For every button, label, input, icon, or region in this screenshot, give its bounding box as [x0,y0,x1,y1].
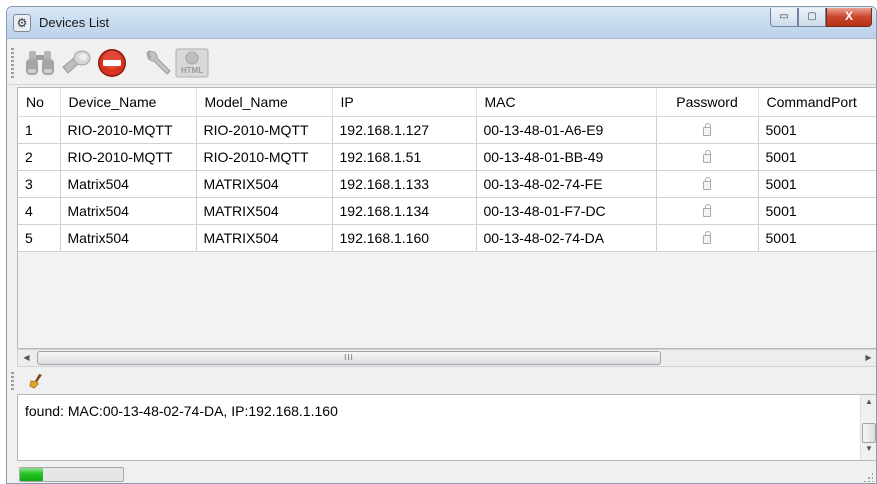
broom-icon [29,374,42,389]
cell-no[interactable]: 4 [18,197,61,225]
cell-device-name[interactable]: RIO-2010-MQTT [60,116,197,144]
cell-password[interactable] [656,170,759,198]
devices-table: No Device_Name Model_Name IP MAC Passwor… [18,88,876,252]
log-toolbar [7,369,876,393]
progress-bar [19,467,124,482]
minimize-button[interactable]: ▭ [770,8,798,27]
cell-command-port[interactable]: 5001 [758,116,876,144]
cell-no[interactable]: 2 [18,143,61,171]
horizontal-scrollbar[interactable]: ◀ III ▶ [17,349,876,367]
scroll-down-arrow-icon[interactable]: ▼ [861,444,876,458]
table-row[interactable]: 5 Matrix504 MATRIX504 192.168.1.160 00-1… [18,224,876,252]
scroll-right-arrow-icon[interactable]: ▶ [860,350,876,366]
column-header-command-port[interactable]: CommandPort [758,88,876,117]
column-header-device-name[interactable]: Device_Name [60,88,197,117]
wrench-icon [146,49,171,75]
column-header-mac[interactable]: MAC [476,88,657,117]
scroll-up-arrow-icon[interactable]: ▲ [861,397,876,411]
stop-button[interactable] [95,46,129,80]
cell-device-name[interactable]: Matrix504 [60,170,197,198]
progress-bar-fill [20,468,43,481]
window-title: Devices List [39,15,110,30]
cell-password[interactable] [656,197,759,225]
cell-model-name[interactable]: RIO-2010-MQTT [196,116,333,144]
title-bar[interactable]: ⚙ Devices List ▭ ▢ X [7,7,876,39]
locate-device-button[interactable] [59,46,93,80]
table-row[interactable]: 2 RIO-2010-MQTT RIO-2010-MQTT 192.168.1.… [18,143,876,171]
cell-no[interactable]: 1 [18,116,61,144]
main-toolbar: HTML [7,40,876,85]
cell-device-name[interactable]: Matrix504 [60,224,197,252]
table-row[interactable]: 4 Matrix504 MATRIX504 192.168.1.134 00-1… [18,197,876,225]
cell-mac[interactable]: 00-13-48-01-F7-DC [476,197,657,225]
table-row[interactable]: 3 Matrix504 MATRIX504 192.168.1.133 00-1… [18,170,876,198]
column-header-model-name[interactable]: Model_Name [196,88,333,117]
lock-icon [703,149,711,163]
scroll-left-arrow-icon[interactable]: ◀ [18,350,35,366]
cell-ip[interactable]: 192.168.1.134 [332,197,477,225]
flashlight-icon [62,50,91,74]
cell-mac[interactable]: 00-13-48-02-74-FE [476,170,657,198]
cell-no[interactable]: 5 [18,224,61,252]
cell-command-port[interactable]: 5001 [758,197,876,225]
close-button[interactable]: X [826,8,872,27]
table-row[interactable]: 1 RIO-2010-MQTT RIO-2010-MQTT 192.168.1.… [18,116,876,144]
devices-list-window: ⚙ Devices List ▭ ▢ X HTML No Device_Name… [6,6,877,484]
cell-ip[interactable]: 192.168.1.127 [332,116,477,144]
cell-password[interactable] [656,224,759,252]
html-icon: HTML [175,48,209,78]
cell-device-name[interactable]: Matrix504 [60,197,197,225]
column-header-ip[interactable]: IP [332,88,477,117]
devices-grid[interactable]: No Device_Name Model_Name IP MAC Passwor… [17,87,876,349]
cell-password[interactable] [656,143,759,171]
clear-log-button[interactable] [29,373,45,392]
cell-command-port[interactable]: 5001 [758,143,876,171]
log-text: found: MAC:00-13-48-02-74-DA, IP:192.168… [25,403,338,419]
cell-model-name[interactable]: RIO-2010-MQTT [196,143,333,171]
cell-no[interactable]: 3 [18,170,61,198]
cell-mac[interactable]: 00-13-48-01-BB-49 [476,143,657,171]
cell-command-port[interactable]: 5001 [758,170,876,198]
log-panel[interactable]: found: MAC:00-13-48-02-74-DA, IP:192.168… [17,394,876,461]
maximize-button[interactable]: ▢ [798,8,826,27]
cell-model-name[interactable]: MATRIX504 [196,224,333,252]
horizontal-scroll-thumb[interactable]: III [37,351,661,365]
lock-icon [703,203,711,217]
column-header-no[interactable]: No [18,88,61,117]
status-bar [7,463,876,483]
html-export-button[interactable]: HTML [175,46,209,80]
settings-button[interactable] [141,46,175,80]
lock-icon [703,176,711,190]
stop-icon [98,49,126,77]
search-devices-button[interactable] [23,46,57,80]
html-icon-label: HTML [181,66,203,75]
table-header-row: No Device_Name Model_Name IP MAC Passwor… [18,88,876,117]
toolbar-grip[interactable] [11,48,14,78]
log-toolbar-grip[interactable] [11,372,14,390]
cell-device-name[interactable]: RIO-2010-MQTT [60,143,197,171]
lock-icon [703,230,711,244]
cell-model-name[interactable]: MATRIX504 [196,170,333,198]
cell-command-port[interactable]: 5001 [758,224,876,252]
cell-ip[interactable]: 192.168.1.133 [332,170,477,198]
cell-ip[interactable]: 192.168.1.51 [332,143,477,171]
binoculars-icon [26,51,54,75]
cell-password[interactable] [656,116,759,144]
cell-ip[interactable]: 192.168.1.160 [332,224,477,252]
caption-buttons: ▭ ▢ X [770,8,872,27]
cell-model-name[interactable]: MATRIX504 [196,197,333,225]
cell-mac[interactable]: 00-13-48-01-A6-E9 [476,116,657,144]
lock-icon [703,122,711,136]
cell-mac[interactable]: 00-13-48-02-74-DA [476,224,657,252]
app-icon[interactable]: ⚙ [13,14,31,32]
log-scroll-thumb[interactable] [862,423,876,443]
column-header-password[interactable]: Password [656,88,759,117]
log-vertical-scrollbar[interactable]: ▲ ▼ [860,395,876,460]
resize-grip-icon[interactable] [863,472,873,482]
